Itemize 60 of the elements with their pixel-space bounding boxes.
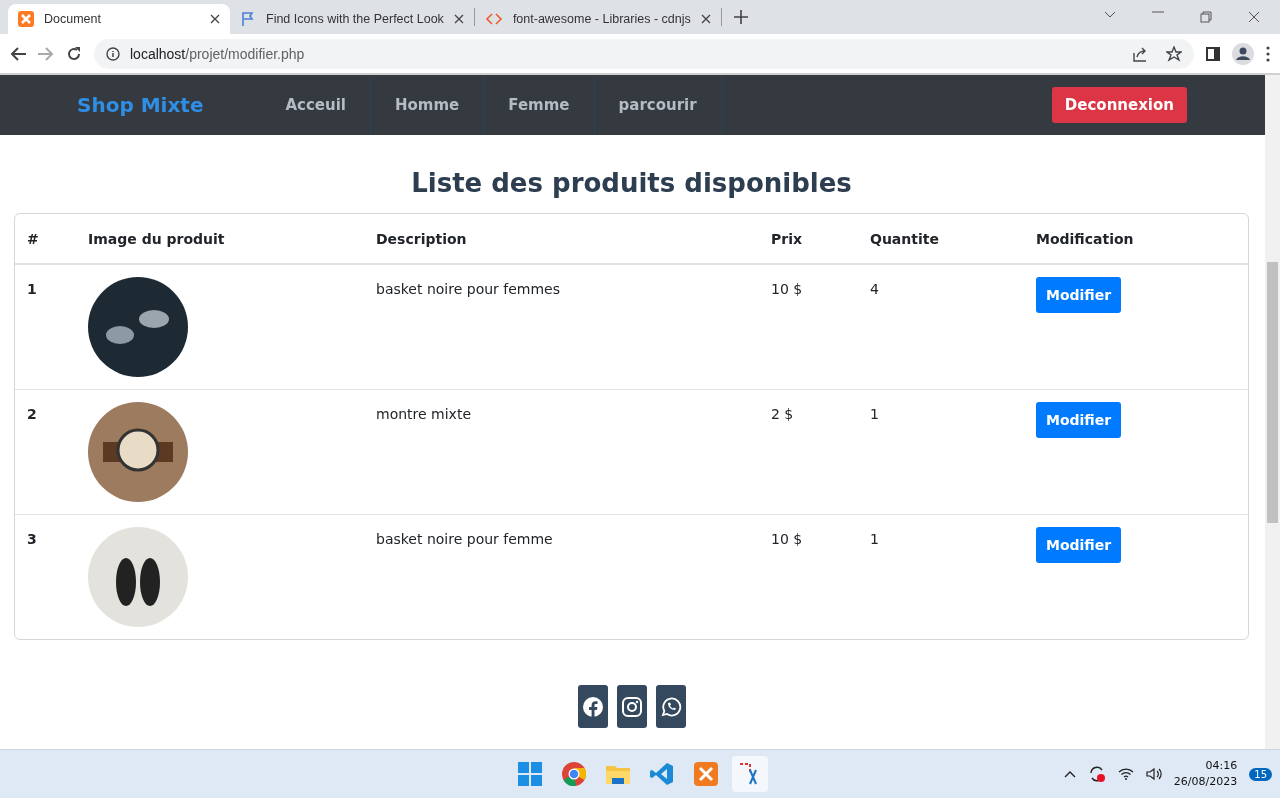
profile-avatar-icon[interactable] — [1232, 42, 1254, 65]
volume-icon[interactable] — [1145, 767, 1162, 781]
edit-button[interactable]: Modifier — [1036, 527, 1122, 563]
instagram-icon — [621, 696, 642, 717]
column-header: Prix — [759, 214, 858, 265]
column-header: Quantite — [858, 214, 1024, 265]
side-panel-icon[interactable] — [1206, 46, 1220, 61]
table-cell-text: basket noire pour femme — [375, 530, 554, 549]
page-title: Liste des produits disponibles — [410, 167, 853, 200]
close-icon[interactable] — [210, 14, 220, 24]
notification-badge[interactable]: 15 — [1249, 767, 1272, 781]
column-header: Modification — [1024, 214, 1248, 265]
column-header: Image du produit — [76, 214, 364, 265]
new-tab-icon[interactable] — [733, 10, 748, 24]
close-icon[interactable] — [700, 14, 711, 24]
close-icon[interactable] — [453, 14, 464, 24]
facebook-button[interactable] — [577, 685, 608, 728]
browser-tab[interactable]: Find Icons with the Perfect Look — [230, 4, 474, 34]
instagram-button[interactable] — [616, 685, 647, 728]
restore-icon[interactable] — [1200, 11, 1212, 23]
table-cell: 1 — [15, 265, 76, 390]
edit-button[interactable]: Modifier — [1036, 402, 1122, 438]
xampp-logo-icon — [18, 11, 34, 27]
browser-tab[interactable]: Document — [8, 4, 230, 34]
chevron-down-icon[interactable] — [1104, 11, 1116, 19]
table-cell: 2 $ — [759, 390, 858, 515]
reload-icon[interactable] — [66, 45, 82, 62]
wifi-icon[interactable] — [1117, 768, 1134, 780]
table-cell-text: 10 $ — [770, 530, 804, 549]
back-icon[interactable] — [10, 46, 26, 61]
table-cell-text: 1 — [869, 530, 880, 549]
brand-logo[interactable]: Shop Mixte — [77, 93, 204, 117]
clock[interactable]: 04:16 26/08/2023 — [1173, 758, 1238, 790]
sync-icon[interactable] — [1087, 765, 1106, 783]
snipping-tool-taskbar-icon[interactable] — [732, 756, 768, 792]
star-icon[interactable] — [1166, 45, 1182, 62]
close-icon[interactable] — [1248, 11, 1260, 23]
code-icon — [484, 11, 503, 27]
table-cell: 4 — [858, 265, 1024, 390]
table-cell: 2 — [15, 390, 76, 515]
edit-button[interactable]: Modifier — [1036, 277, 1122, 313]
column-header: Description — [364, 214, 759, 265]
table-cell-text: 3 — [26, 530, 38, 549]
table-cell: 1 — [858, 390, 1024, 515]
whatsapp-icon — [659, 695, 682, 718]
logout-button[interactable]: Deconnexion — [1051, 87, 1187, 123]
menu-icon[interactable] — [1266, 45, 1270, 62]
column-header: # — [15, 214, 76, 265]
info-icon — [106, 46, 120, 61]
share-icon[interactable] — [1132, 45, 1148, 62]
chevron-up-icon[interactable] — [1063, 770, 1076, 778]
url-text: localhost/projet/modifier.php — [130, 45, 305, 62]
table-cell: basket noire pour femmes — [364, 265, 759, 390]
browser-tab[interactable]: font-awesome - Libraries - cdnjs — [474, 4, 721, 34]
address-bar[interactable]: localhost/projet/modifier.php — [94, 38, 1194, 69]
table-cell: 10 $ — [759, 265, 858, 390]
whatsapp-button[interactable] — [655, 685, 686, 728]
facebook-icon — [581, 695, 604, 718]
table-cell: montre mixte — [364, 390, 759, 515]
flag-icon — [240, 11, 256, 27]
